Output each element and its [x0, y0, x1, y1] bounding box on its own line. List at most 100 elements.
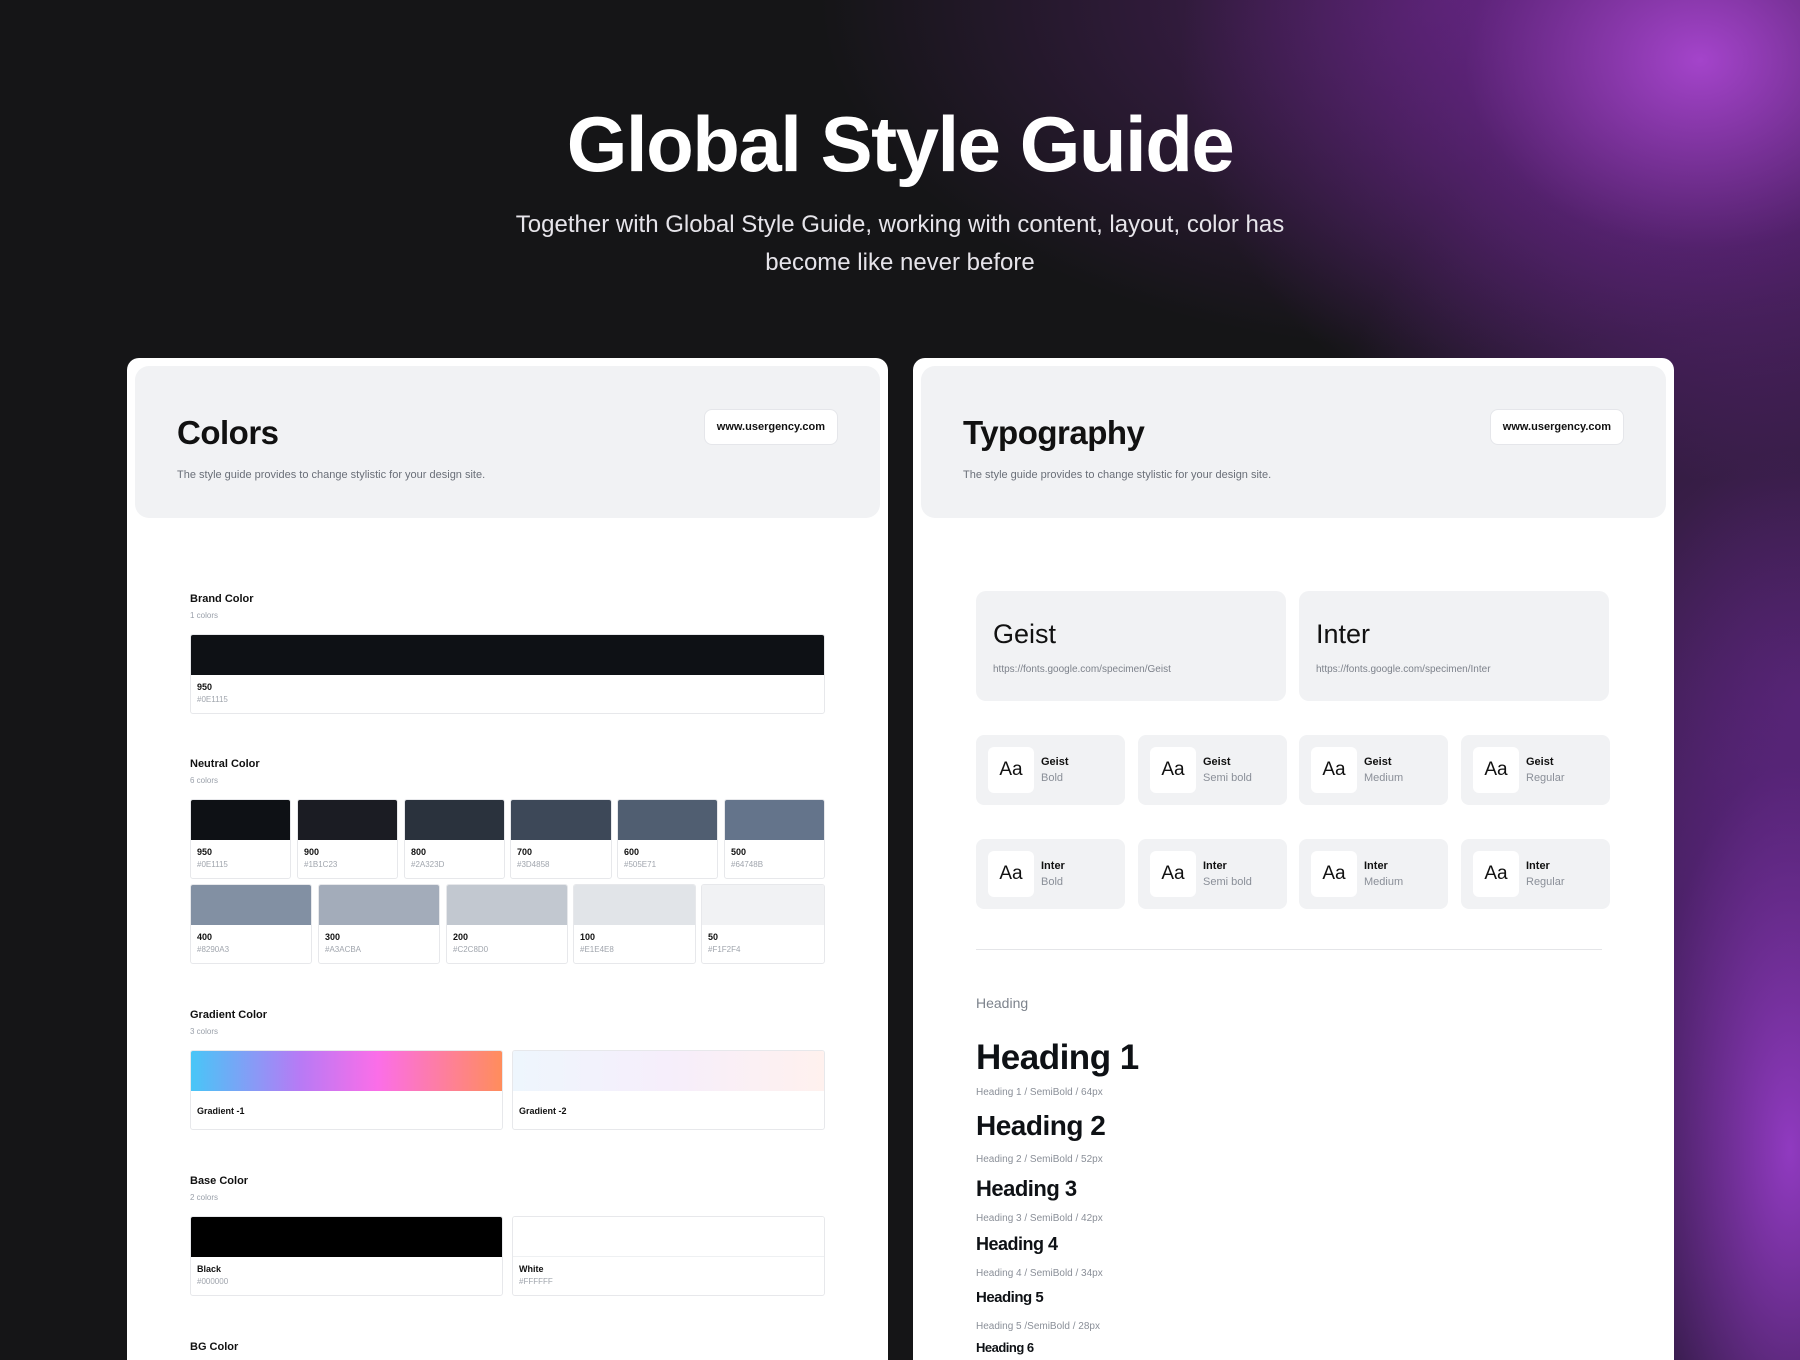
heading-6-sample: Heading 6 — [976, 1340, 1034, 1355]
aa-sample: Aa — [1311, 851, 1357, 897]
font-url-link[interactable]: https://fonts.google.com/specimen/Geist — [993, 664, 1171, 675]
typography-panel-header: Typography The style guide provides to c… — [921, 366, 1666, 518]
weight-name: Bold — [1041, 772, 1064, 784]
swatch-chip — [447, 885, 567, 925]
swatch-neutral-300[interactable]: 300 #A3ACBA — [318, 884, 440, 964]
swatch-hex: #3D4858 — [517, 860, 550, 869]
swatch-hex: #C2C8D0 — [453, 945, 489, 954]
weight-card-inter-medium[interactable]: Aa Inter Medium — [1299, 839, 1448, 909]
weight-card-inter-semibold[interactable]: Aa Inter Semi bold — [1138, 839, 1287, 909]
swatch-hex: #A3ACBA — [325, 945, 362, 954]
swatch-gradient-1[interactable]: Gradient -1 — [190, 1050, 503, 1130]
aa-sample: Aa — [1473, 747, 1519, 793]
swatch-chip — [319, 885, 439, 925]
swatch-neutral-200[interactable]: 200 #C2C8D0 — [446, 884, 568, 964]
swatch-chip — [725, 800, 824, 840]
swatch-chip — [513, 1051, 824, 1091]
swatch-base-white[interactable]: White #FFFFFF — [512, 1216, 825, 1296]
weight-name: Regular — [1526, 772, 1565, 784]
swatch-name: Gradient -1 — [197, 1106, 245, 1116]
weight-card-geist-semibold[interactable]: Aa Geist Semi bold — [1138, 735, 1287, 805]
swatch-neutral-700[interactable]: 700 #3D4858 — [510, 799, 612, 879]
aa-sample: Aa — [988, 747, 1034, 793]
swatch-neutral-100[interactable]: 100 #E1E4E8 — [573, 884, 696, 964]
weight-name: Semi bold — [1203, 876, 1252, 888]
font-url-link[interactable]: https://fonts.google.com/specimen/Inter — [1316, 664, 1491, 675]
swatch-name: 600 — [624, 847, 640, 857]
weight-name: Medium — [1364, 772, 1404, 784]
heading-4-meta: Heading 4 / SemiBold / 34px — [976, 1268, 1103, 1279]
swatch-hex: #0E1115 — [197, 695, 228, 704]
divider — [976, 949, 1602, 950]
swatch-name: 700 — [517, 847, 533, 857]
swatch-neutral-600[interactable]: 600 #505E71 — [617, 799, 718, 879]
colors-panel: Colors The style guide provides to chang… — [127, 358, 888, 1360]
typography-description: The style guide provides to change styli… — [963, 469, 1272, 481]
typography-url-button[interactable]: www.usergency.com — [1489, 409, 1624, 445]
gradient-color-count: 3 colors — [190, 1027, 219, 1036]
swatch-chip — [191, 635, 824, 675]
swatch-chip — [513, 1217, 824, 1257]
swatch-neutral-500[interactable]: 500 #64748B — [724, 799, 825, 879]
heading-1-sample: Heading 1 — [976, 1038, 1139, 1077]
swatch-hex: #1B1C23 — [304, 860, 338, 869]
colors-title: Colors — [177, 414, 279, 451]
swatch-chip — [618, 800, 717, 840]
swatch-neutral-50[interactable]: 50 #F1F2F4 — [701, 884, 825, 964]
weight-font: Geist — [1526, 756, 1554, 768]
page-subtitle: Together with Global Style Guide, workin… — [515, 211, 1285, 276]
swatch-chip — [405, 800, 504, 840]
weight-name: Medium — [1364, 876, 1404, 888]
swatch-hex: #000000 — [197, 1277, 229, 1286]
swatch-base-black[interactable]: Black #000000 — [190, 1216, 503, 1296]
swatch-chip — [191, 885, 311, 925]
heading-4-sample: Heading 4 — [976, 1234, 1058, 1254]
weight-card-geist-regular[interactable]: Aa Geist Regular — [1461, 735, 1610, 805]
weight-card-geist-medium[interactable]: Aa Geist Medium — [1299, 735, 1448, 805]
swatch-chip — [298, 800, 397, 840]
font-card-geist[interactable]: Geist https://fonts.google.com/specimen/… — [976, 591, 1286, 701]
swatch-neutral-800[interactable]: 800 #2A323D — [404, 799, 505, 879]
heading-section-label: Heading — [976, 995, 1029, 1011]
swatch-name: Gradient -2 — [519, 1106, 567, 1116]
weight-name: Semi bold — [1203, 772, 1252, 784]
swatch-name: 100 — [580, 932, 596, 942]
swatch-hex: #505E71 — [624, 860, 657, 869]
colors-url-button[interactable]: www.usergency.com — [703, 409, 838, 445]
aa-sample: Aa — [1150, 851, 1196, 897]
heading-5-sample: Heading 5 — [976, 1289, 1044, 1306]
brand-color-title: Brand Color — [190, 593, 254, 605]
swatch-chip — [574, 885, 695, 925]
weight-name: Regular — [1526, 876, 1565, 888]
weight-font: Geist — [1364, 756, 1392, 768]
swatch-gradient-2[interactable]: Gradient -2 — [512, 1050, 825, 1130]
weight-card-inter-bold[interactable]: Aa Inter Bold — [976, 839, 1125, 909]
hero: Global Style Guide Together with Global … — [0, 96, 1800, 282]
swatch-hex: #FFFFFF — [519, 1277, 553, 1286]
neutral-color-count: 6 colors — [190, 776, 219, 785]
swatch-neutral-950[interactable]: 950 #0E1115 — [190, 799, 291, 879]
swatch-hex: #E1E4E8 — [580, 945, 614, 954]
swatch-hex: #0E1115 — [197, 860, 228, 869]
colors-panel-header: Colors The style guide provides to chang… — [135, 366, 880, 518]
swatch-neutral-400[interactable]: 400 #8290A3 — [190, 884, 312, 964]
swatch-neutral-900[interactable]: 900 #1B1C23 — [297, 799, 398, 879]
heading-3-meta: Heading 3 / SemiBold / 42px — [976, 1213, 1103, 1224]
heading-2-sample: Heading 2 — [976, 1110, 1106, 1141]
font-card-inter[interactable]: Inter https://fonts.google.com/specimen/… — [1299, 591, 1609, 701]
aa-sample: Aa — [1473, 851, 1519, 897]
heading-2-meta: Heading 2 / SemiBold / 52px — [976, 1154, 1103, 1165]
aa-sample: Aa — [1311, 747, 1357, 793]
swatch-hex: #2A323D — [411, 860, 445, 869]
swatch-brand-950[interactable]: 950 #0E1115 — [190, 634, 825, 714]
typography-panel: Typography The style guide provides to c… — [913, 358, 1674, 1360]
swatch-chip — [511, 800, 611, 840]
weight-card-geist-bold[interactable]: Aa Geist Bold — [976, 735, 1125, 805]
weight-font: Inter — [1203, 860, 1227, 872]
weight-card-inter-regular[interactable]: Aa Inter Regular — [1461, 839, 1610, 909]
page-title: Global Style Guide — [566, 100, 1235, 188]
swatch-chip — [702, 885, 824, 925]
swatch-name: White — [519, 1264, 544, 1274]
swatch-name: 900 — [304, 847, 320, 857]
base-color-count: 2 colors — [190, 1193, 219, 1202]
